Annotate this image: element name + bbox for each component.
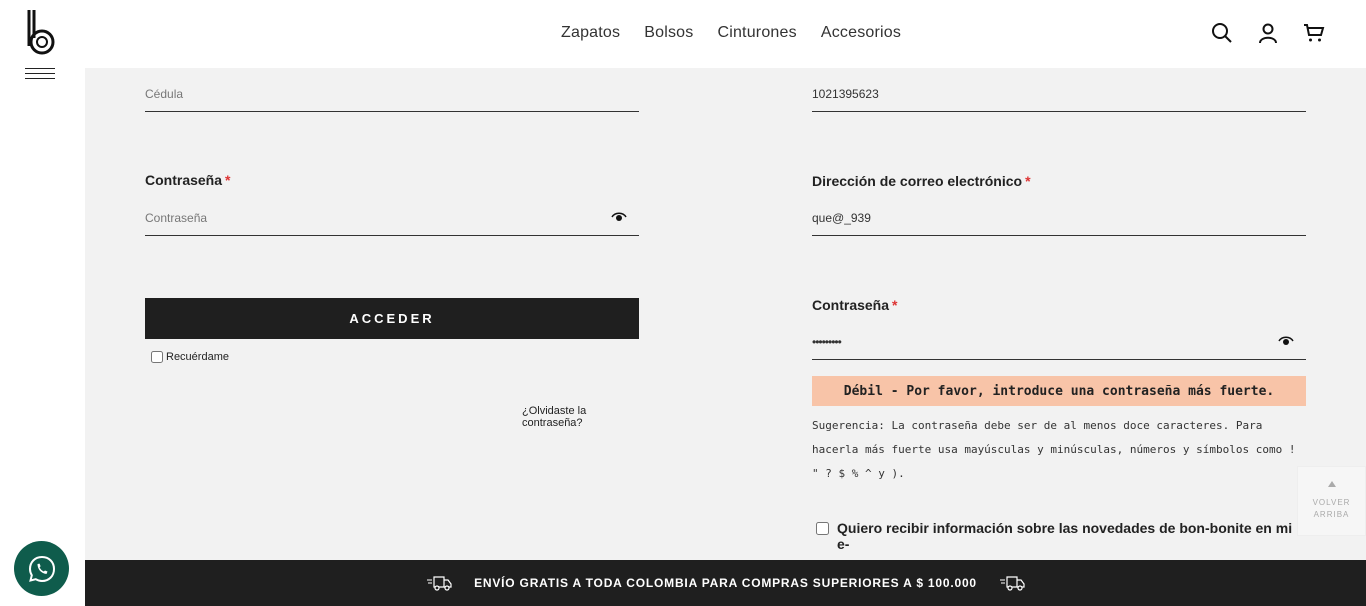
- remember-checkbox[interactable]: [151, 351, 163, 363]
- nav-item-zapatos[interactable]: Zapatos: [561, 24, 620, 42]
- nav-item-bolsos[interactable]: Bolsos: [644, 24, 693, 42]
- email-label: Dirección de correo electrónico *: [812, 173, 1031, 189]
- shipping-text: ENVÍO GRATIS A TODA COLOMBIA PARA COMPRA…: [474, 576, 977, 590]
- arrow-up-icon: [1327, 481, 1336, 487]
- whatsapp-icon: [28, 555, 55, 582]
- register-password-field[interactable]: [812, 326, 1306, 360]
- password-field[interactable]: [145, 202, 639, 236]
- cedula-input[interactable]: [145, 78, 639, 110]
- search-icon[interactable]: [1210, 21, 1234, 45]
- login-button[interactable]: ACCEDER: [145, 298, 639, 339]
- password-input[interactable]: [145, 202, 639, 234]
- whatsapp-button[interactable]: [14, 541, 69, 596]
- email-field[interactable]: [812, 202, 1306, 236]
- nav-item-cinturones[interactable]: Cinturones: [717, 24, 796, 42]
- register-cedula-input[interactable]: [812, 78, 1306, 110]
- site-header: Zapatos Bolsos Cinturones Accesorios: [0, 0, 1366, 68]
- register-password-label: Contraseña *: [812, 297, 898, 313]
- password-label: Contraseña *: [145, 172, 231, 188]
- eye-icon[interactable]: [611, 212, 627, 222]
- brand-logo[interactable]: [24, 8, 58, 56]
- cedula-field[interactable]: [145, 78, 639, 112]
- email-input[interactable]: [812, 202, 1306, 234]
- newsletter-optin[interactable]: Quiero recibir información sobre las nov…: [816, 520, 1296, 552]
- back-to-top-button[interactable]: VOLVER ARRIBA: [1297, 466, 1366, 536]
- nav-item-accesorios[interactable]: Accesorios: [821, 24, 901, 42]
- menu-icon[interactable]: [25, 68, 55, 84]
- truck-icon: [427, 576, 452, 591]
- eye-icon[interactable]: [1278, 336, 1294, 346]
- remember-me[interactable]: Recuérdame: [151, 351, 229, 363]
- main-nav: Zapatos Bolsos Cinturones Accesorios: [561, 24, 901, 42]
- password-strength-meter: Débil - Por favor, introduce una contras…: [812, 376, 1306, 406]
- header-icons: [1210, 21, 1326, 45]
- register-password-input[interactable]: [812, 326, 1306, 358]
- register-cedula-field[interactable]: [812, 78, 1306, 112]
- user-icon[interactable]: [1256, 21, 1280, 45]
- password-hint: Sugerencia: La contraseña debe ser de al…: [812, 419, 1296, 480]
- forgot-password-link[interactable]: ¿Olvidaste la contraseña?: [522, 405, 639, 429]
- shipping-banner: ENVÍO GRATIS A TODA COLOMBIA PARA COMPRA…: [85, 560, 1366, 606]
- newsletter-checkbox[interactable]: [816, 522, 829, 535]
- truck-icon: [999, 576, 1025, 591]
- account-forms: Contraseña* ACCEDER Recuérdame ¿Olvidast…: [85, 68, 1366, 560]
- cart-icon[interactable]: [1302, 21, 1326, 45]
